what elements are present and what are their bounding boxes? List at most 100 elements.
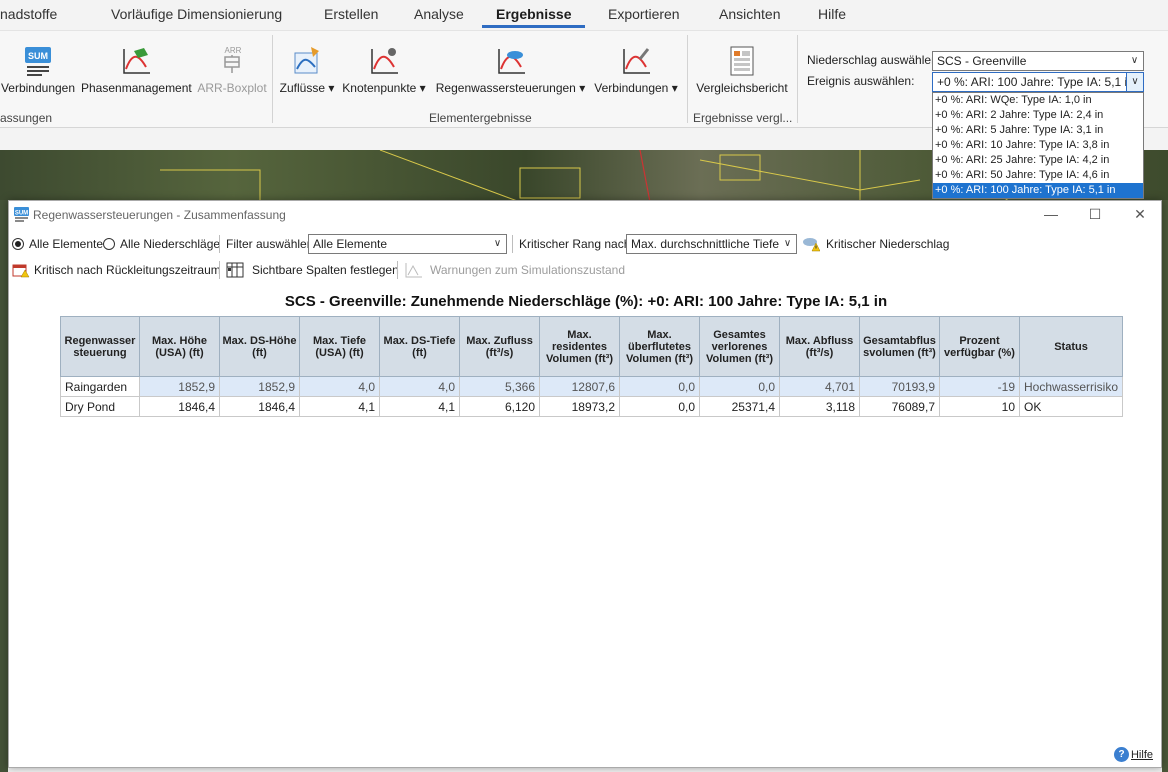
table-cell[interactable]: 10 (939, 396, 1020, 417)
verbindungen-elements-label: Verbindungen (594, 81, 669, 95)
help-icon[interactable]: ? (1114, 747, 1129, 762)
summary-heading: SCS - Greenville: Zunehmende Niederschlä… (284, 293, 888, 310)
column-header[interactable]: Max. überflutetes Volumen (ft³) (619, 316, 700, 377)
column-header[interactable]: Status (1018, 316, 1124, 377)
tab-erstellen[interactable]: Erstellen (324, 6, 378, 22)
column-header[interactable]: Regenwasser steuerung (60, 316, 140, 377)
tab-analyse[interactable]: Analyse (414, 6, 464, 22)
results-table: Regenwasser steuerung Max. Höhe (USA) (f… (60, 316, 1124, 417)
table-cell[interactable]: 4,701 (779, 376, 860, 397)
table-cell[interactable]: 0,0 (699, 376, 780, 397)
table-cell[interactable]: 1852,9 (219, 376, 300, 397)
summary-icon: SUM (14, 207, 29, 222)
event-option[interactable]: +0 %: ARI: 5 Jahre: Type IA: 3,1 in (933, 123, 1143, 138)
event-option[interactable]: +0 %: ARI: 25 Jahre: Type IA: 4,2 in (933, 153, 1143, 168)
report-icon (730, 46, 754, 76)
column-header[interactable]: Max. Höhe (USA) (ft) (139, 316, 220, 377)
column-header[interactable]: Max. DS-Tiefe (ft) (379, 316, 460, 377)
table-cell[interactable]: 1846,4 (139, 396, 220, 417)
link-chart-icon (623, 48, 650, 74)
table-cell[interactable]: Hochwasserrisiko (1018, 376, 1124, 397)
table-cell[interactable]: 4,0 (379, 376, 460, 397)
filter-label: Filter auswählen (226, 237, 314, 251)
event-option[interactable]: +0 %: ARI: 50 Jahre: Type IA: 4,6 in (933, 168, 1143, 183)
all-elements-radio[interactable] (12, 238, 24, 250)
table-cell[interactable]: 4,1 (299, 396, 380, 417)
event-option[interactable]: +0 %: ARI: 2 Jahre: Type IA: 2,4 in (933, 108, 1143, 123)
chevron-down-icon: ∨ (783, 238, 792, 249)
boxplot-icon: ARR (224, 46, 242, 73)
cloud-warning-icon (803, 238, 820, 252)
table-cell[interactable]: 6,120 (459, 396, 540, 417)
column-header[interactable]: Max. Abfluss (ft³/s) (779, 316, 860, 377)
tab-ergebnisse[interactable]: Ergebnisse (481, 6, 587, 28)
knotenpunkte-button[interactable]: Knotenpunkte ▾ (339, 45, 429, 95)
column-header[interactable]: Gesamtabflus svolumen (ft³) (859, 316, 940, 377)
arr-boxplot-button[interactable]: ARR ARR-Boxplot (197, 45, 267, 95)
critical-precip-button[interactable]: Kritischer Niederschlag (802, 232, 952, 256)
table-cell[interactable]: 5,366 (459, 376, 540, 397)
critical-return-button[interactable]: Kritisch nach Rückleitungszeitraum (12, 258, 221, 282)
column-header[interactable]: Max. Tiefe (USA) (ft) (299, 316, 380, 377)
chevron-down-icon: ▾ (325, 81, 335, 95)
table-cell[interactable]: Raingarden (60, 376, 140, 397)
verbindungen-elements-button[interactable]: Verbindungen ▾ (592, 45, 680, 95)
menu-bar: nadstoffe Vorläufige Dimensionierung Ers… (0, 0, 1168, 30)
phasenmanagement-button[interactable]: Phasenmanagement (81, 45, 192, 95)
table-cell[interactable]: 18973,2 (539, 396, 620, 417)
map-edge (0, 200, 8, 772)
all-elements-label: Alle Elemente (29, 237, 104, 251)
table-cell[interactable]: Dry Pond (60, 396, 140, 417)
table-cell[interactable]: 1852,9 (139, 376, 220, 397)
table-cell[interactable]: 0,0 (619, 396, 700, 417)
table-row[interactable]: Raingarden 1852,9 1852,9 4,0 4,0 5,366 1… (60, 376, 1124, 397)
table-cell[interactable]: 70193,9 (859, 376, 940, 397)
warnings-button[interactable]: Warnungen zum Simulationszustand (405, 258, 625, 282)
tab-exportieren[interactable]: Exportieren (608, 6, 680, 22)
column-header[interactable]: Max. Zufluss (ft³/s) (459, 316, 540, 377)
table-cell[interactable]: 1846,4 (219, 396, 300, 417)
column-header[interactable]: Gesamtes verlorenes Volumen (ft³) (699, 316, 780, 377)
precip-select[interactable]: SCS - Greenville ∨ (932, 51, 1144, 71)
table-cell[interactable]: 12807,6 (539, 376, 620, 397)
tab-nadstoffe[interactable]: nadstoffe (0, 6, 57, 22)
table-cell[interactable]: 3,118 (779, 396, 860, 417)
zufluesse-button[interactable]: Zuflüsse ▾ (279, 45, 335, 95)
table-cell[interactable]: 4,1 (379, 396, 460, 417)
rank-select[interactable]: Max. durchschnittliche Tiefe ∨ (626, 234, 797, 254)
svg-text:ARR: ARR (225, 46, 242, 55)
compare-group-label: Ergebnisse vergl... (693, 111, 793, 125)
table-cell[interactable]: 76089,7 (859, 396, 940, 417)
maximize-icon[interactable]: ☐ (1085, 205, 1105, 225)
toolbar-separator (219, 261, 220, 279)
column-header[interactable]: Prozent verfügbar (%) (939, 316, 1020, 377)
toolbar-separator (219, 235, 220, 253)
event-option[interactable]: +0 %: ARI: 10 Jahre: Type IA: 3,8 in (933, 138, 1143, 153)
vergleichsbericht-button[interactable]: Vergleichsbericht (693, 45, 791, 95)
vergleichsbericht-label: Vergleichsbericht (696, 81, 788, 95)
table-cell[interactable]: 25371,4 (699, 396, 780, 417)
close-icon[interactable]: ✕ (1130, 205, 1150, 225)
verbindungen-summary-button[interactable]: SUM Verbindungen (0, 45, 76, 95)
tab-hilfe[interactable]: Hilfe (818, 6, 846, 22)
dialog-title-bar[interactable]: SUM Regenwassersteuerungen - Zusammenfas… (9, 201, 1161, 229)
table-row[interactable]: Dry Pond 1846,4 1846,4 4,1 4,1 6,120 189… (60, 396, 1124, 417)
regenwassersteuerungen-button[interactable]: Regenwassersteuerungen ▾ (434, 45, 587, 95)
all-precip-radio[interactable] (103, 238, 115, 250)
column-header[interactable]: Max. DS-Höhe (ft) (219, 316, 300, 377)
chevron-down-icon: ∨ (1130, 55, 1139, 66)
table-cell[interactable]: 4,0 (299, 376, 380, 397)
help-link[interactable]: Hilfe (1131, 749, 1153, 761)
tab-vorlaeufige-dimensionierung[interactable]: Vorläufige Dimensionierung (111, 6, 282, 22)
table-cell[interactable]: -19 (939, 376, 1020, 397)
event-option[interactable]: +0 %: ARI: 100 Jahre: Type IA: 5,1 in (933, 183, 1143, 198)
visible-columns-button[interactable]: Sichtbare Spalten festlegen (226, 258, 399, 282)
event-select[interactable]: +0 %: ARI: 100 Jahre: Type IA: 5,1 in ∨ (932, 72, 1144, 92)
table-cell[interactable]: 0,0 (619, 376, 700, 397)
column-header[interactable]: Max. residentes Volumen (ft³) (539, 316, 620, 377)
minimize-icon[interactable]: — (1041, 205, 1061, 225)
filter-select[interactable]: Alle Elemente ∨ (308, 234, 507, 254)
tab-ansichten[interactable]: Ansichten (719, 6, 780, 22)
table-cell[interactable]: OK (1018, 396, 1124, 417)
event-option[interactable]: +0 %: ARI: WQe: Type IA: 1,0 in (933, 93, 1143, 108)
